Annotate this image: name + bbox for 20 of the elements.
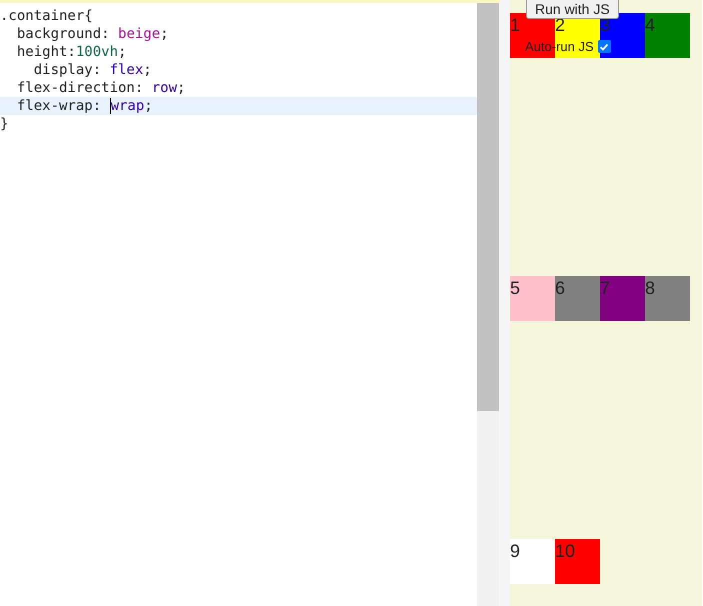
item-number: 10	[555, 540, 576, 563]
item-number: 4	[645, 14, 656, 37]
item-number: 9	[510, 540, 520, 563]
code-line: height:100vh;	[16, 42, 126, 62]
auto-run-checkbox[interactable]	[598, 40, 611, 53]
code-line: }	[0, 114, 8, 134]
code-line: background: beige;	[16, 24, 169, 44]
code-line: .container{	[0, 6, 93, 26]
checkmark-icon	[599, 42, 610, 52]
item-number: 5	[510, 277, 520, 300]
code-line: display: flex;	[32, 60, 152, 80]
item-number: 8	[645, 277, 656, 300]
scrollbar-thumb[interactable]	[477, 0, 499, 411]
scrollbar[interactable]	[477, 0, 499, 606]
code-line: flex-direction: row;	[16, 78, 186, 98]
item-number: 1	[510, 14, 520, 37]
splitter[interactable]	[499, 0, 510, 606]
item-number: 6	[555, 277, 566, 300]
run-button[interactable]: Run with JS	[526, 0, 619, 19]
item-number: 7	[600, 277, 610, 300]
